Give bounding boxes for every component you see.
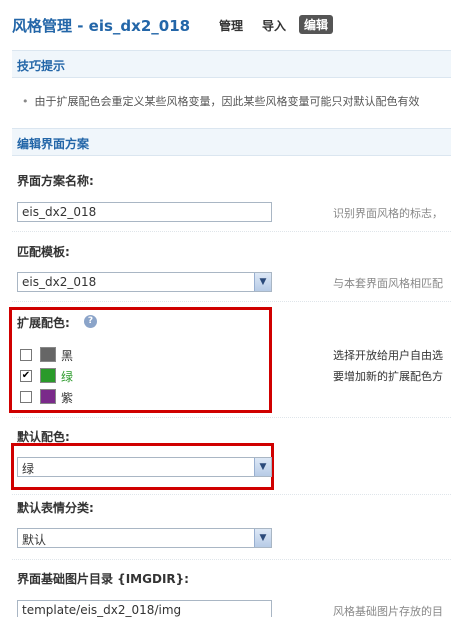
ext-color-label: 绿 — [61, 370, 74, 384]
nav-edit[interactable]: 编辑 — [299, 15, 334, 34]
divider — [12, 559, 451, 560]
template-select[interactable]: eis_dx2_018 ▼ — [17, 272, 272, 292]
chevron-down-icon[interactable]: ▼ — [254, 458, 271, 476]
ext-colors-hint-line2: 要增加新的扩展配色方 — [333, 370, 443, 383]
page-title: 风格管理 - eis_dx2_018 — [12, 17, 191, 35]
divider — [12, 231, 451, 232]
ext-colors-label: 扩展配色: — [17, 316, 70, 330]
imgdir-input[interactable] — [17, 600, 272, 617]
scheme-name-input[interactable] — [17, 202, 272, 222]
default-color-select-value: 绿 — [22, 462, 35, 476]
color-swatch — [40, 389, 56, 404]
tips-heading: 技巧提示 — [17, 59, 66, 73]
edit-section-header: 编辑界面方案 — [12, 128, 451, 156]
emoticon-category-label: 默认表情分类: — [17, 501, 94, 515]
chevron-down-icon[interactable]: ▼ — [254, 529, 271, 547]
scheme-name-label: 界面方案名称: — [17, 174, 94, 188]
color-swatch — [40, 347, 56, 362]
color-swatch — [40, 368, 56, 383]
divider — [12, 301, 451, 302]
ext-colors-hint-line1: 选择开放给用户自由选 — [333, 349, 443, 362]
imgdir-label: 界面基础图片目录 {IMGDIR}: — [17, 572, 189, 586]
checkbox-checked[interactable]: ✔ — [20, 370, 32, 382]
nav-import[interactable]: 导入 — [262, 17, 286, 34]
emoticon-category-select-value: 默认 — [22, 533, 47, 547]
emoticon-category-select[interactable]: 默认 ▼ — [17, 528, 272, 548]
checkbox[interactable] — [20, 391, 32, 403]
imgdir-hint: 风格基础图片存放的目 — [333, 605, 443, 617]
tip-text: 由于扩展配色会重定义某些风格变量，因此某些风格变量可能只对默认配色有效 — [34, 95, 420, 108]
nav-manage[interactable]: 管理 — [219, 17, 243, 34]
checkbox[interactable] — [20, 349, 32, 361]
tips-section-header: 技巧提示 — [12, 50, 451, 78]
default-color-select[interactable]: 绿 ▼ — [17, 457, 272, 477]
bullet-icon: • — [22, 95, 29, 108]
ext-color-label: 紫 — [61, 391, 74, 405]
chevron-down-icon[interactable]: ▼ — [254, 273, 271, 291]
tip-item: • 由于扩展配色会重定义某些风格变量，因此某些风格变量可能只对默认配色有效 — [22, 93, 420, 109]
ext-color-label: 黑 — [61, 349, 74, 363]
template-select-value: eis_dx2_018 — [22, 275, 97, 289]
scheme-name-hint: 识别界面风格的标志， — [333, 207, 443, 220]
divider — [12, 417, 451, 418]
edit-heading: 编辑界面方案 — [17, 137, 90, 151]
template-label: 匹配模板: — [17, 245, 70, 259]
page-header: 风格管理 - eis_dx2_018 管理 导入 编辑 — [0, 0, 451, 48]
divider — [12, 494, 451, 495]
help-icon[interactable]: ? — [84, 315, 97, 328]
template-hint: 与本套界面风格相匹配 — [333, 277, 443, 290]
